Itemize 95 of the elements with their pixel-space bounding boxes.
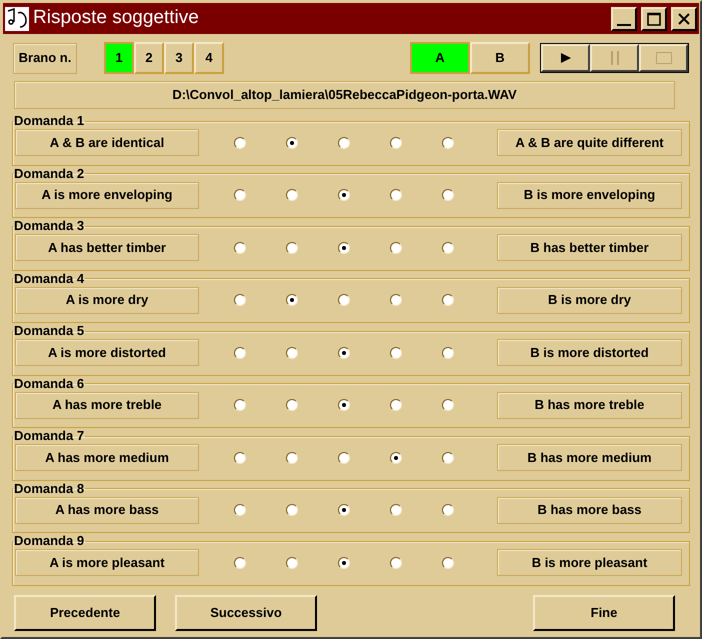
close-icon [677, 12, 691, 26]
radio-button[interactable] [390, 399, 402, 411]
right-label: B has more bass [497, 496, 682, 524]
file-path: D:\Convol_altop_lamiera\05RebeccaPidgeon-porta.WAV [14, 81, 675, 109]
radio-button[interactable] [286, 346, 298, 358]
radio-button[interactable] [442, 189, 454, 201]
radio-button[interactable] [286, 504, 298, 516]
left-label: A is more pleasant [15, 549, 199, 576]
left-label: A has better timber [15, 234, 199, 261]
left-label: A has more medium [15, 444, 199, 471]
radio-button[interactable] [234, 346, 246, 358]
right-label: A & B are quite different [497, 129, 682, 156]
stop-icon [656, 52, 672, 64]
radio-button[interactable] [234, 189, 246, 201]
radio-button[interactable] [338, 242, 350, 254]
left-label: A has more treble [15, 392, 199, 418]
right-label: B is more pleasant [497, 549, 682, 576]
radio-button[interactable] [390, 242, 402, 254]
question-title: Domanda 6 [13, 376, 86, 390]
radio-button[interactable] [286, 399, 298, 411]
radio-button[interactable] [338, 399, 350, 411]
radio-button[interactable] [338, 189, 350, 201]
radio-button[interactable] [234, 399, 246, 411]
question-title: Domanda 2 [13, 166, 86, 180]
right-label: B is more dry [497, 286, 682, 314]
radio-button[interactable] [390, 556, 402, 568]
radio-button[interactable] [338, 556, 350, 568]
radio-button[interactable] [390, 452, 402, 464]
maximize-icon [647, 12, 661, 26]
radio-button[interactable] [234, 294, 246, 306]
radio-button[interactable] [442, 346, 454, 358]
radio-button[interactable] [338, 346, 350, 358]
close-button[interactable] [671, 6, 697, 30]
radio-button[interactable] [286, 556, 298, 568]
question-title: Domanda 5 [13, 324, 86, 338]
minimize-button[interactable] [611, 6, 637, 30]
nav-button[interactable]: Fine [533, 595, 675, 631]
radio-button[interactable] [234, 556, 246, 568]
track-label: Brano n. [13, 42, 77, 74]
left-label: A is more dry [15, 286, 199, 314]
question-title: Domanda 1 [13, 114, 86, 128]
play-icon [560, 52, 572, 64]
radio-button[interactable] [338, 504, 350, 516]
radio-button[interactable] [338, 294, 350, 306]
radio-button[interactable] [442, 452, 454, 464]
right-label: B has more treble [497, 392, 682, 418]
right-label: B has better timber [497, 234, 682, 261]
radio-button[interactable] [286, 294, 298, 306]
radio-button[interactable] [286, 189, 298, 201]
right-label: B is more distorted [497, 339, 682, 366]
radio-button[interactable] [390, 504, 402, 516]
minimize-icon [617, 24, 631, 26]
nav-button[interactable]: Successivo [175, 595, 317, 631]
track-button[interactable]: 2 [134, 42, 164, 74]
left-label: A has more bass [15, 496, 199, 524]
radio-button[interactable] [286, 452, 298, 464]
source-button[interactable]: A [410, 42, 470, 74]
radio-button[interactable] [286, 136, 298, 148]
radio-button[interactable] [390, 346, 402, 358]
question-title: Domanda 9 [13, 534, 86, 548]
radio-button[interactable] [234, 136, 246, 148]
window-title: Risposte soggettive [33, 6, 200, 30]
right-label: B is more enveloping [497, 182, 682, 208]
radio-button[interactable] [286, 242, 298, 254]
track-button[interactable]: 3 [164, 42, 194, 74]
source-button[interactable]: B [470, 42, 530, 74]
radio-button[interactable] [442, 136, 454, 148]
radio-button[interactable] [442, 556, 454, 568]
left-label: A is more distorted [15, 339, 199, 366]
radio-button[interactable] [234, 242, 246, 254]
track-button[interactable]: 1 [104, 42, 134, 74]
radio-button[interactable] [442, 294, 454, 306]
radio-button[interactable] [338, 136, 350, 148]
question-title: Domanda 7 [13, 429, 86, 443]
left-label: A & B are identical [15, 129, 199, 156]
maximize-button[interactable] [641, 6, 667, 30]
right-label: B has more medium [497, 444, 682, 471]
pause-icon [610, 51, 620, 65]
radio-button[interactable] [234, 504, 246, 516]
radio-button[interactable] [442, 399, 454, 411]
radio-button[interactable] [234, 452, 246, 464]
play-button[interactable] [541, 44, 590, 72]
left-label: A is more enveloping [15, 182, 199, 208]
radio-button[interactable] [442, 504, 454, 516]
nav-button[interactable]: Precedente [14, 595, 156, 631]
radio-button[interactable] [390, 189, 402, 201]
music-note-icon [5, 6, 29, 30]
radio-button[interactable] [338, 452, 350, 464]
question-title: Domanda 4 [13, 272, 86, 286]
radio-button[interactable] [442, 242, 454, 254]
radio-button[interactable] [390, 294, 402, 306]
radio-button[interactable] [390, 136, 402, 148]
question-title: Domanda 3 [13, 219, 86, 233]
question-title: Domanda 8 [13, 482, 86, 496]
track-button[interactable]: 4 [194, 42, 224, 74]
